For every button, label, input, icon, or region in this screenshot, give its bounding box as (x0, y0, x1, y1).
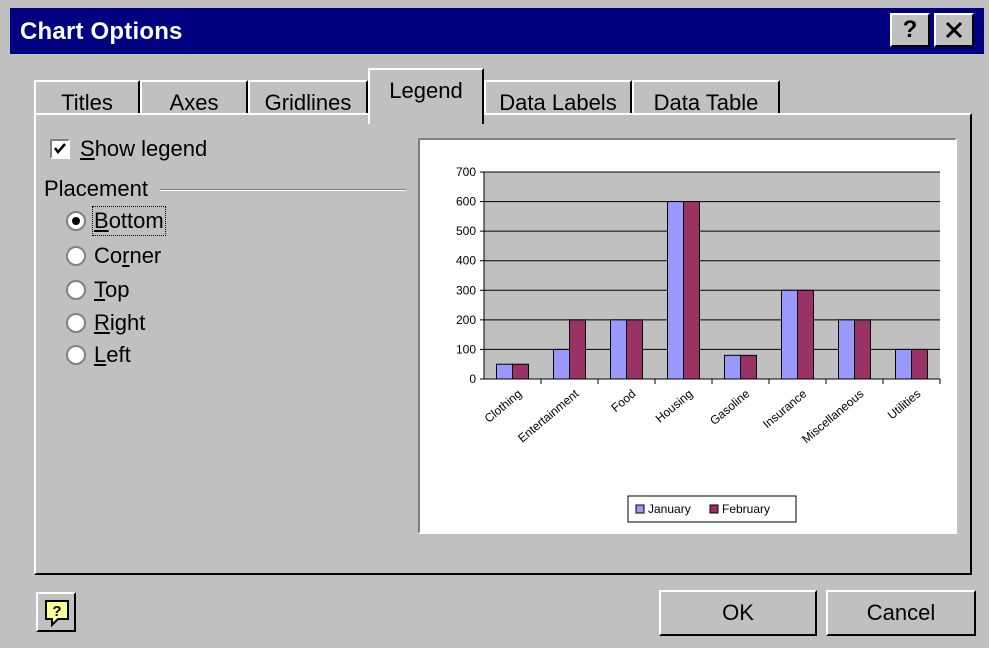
cancel-button[interactable]: Cancel (826, 590, 976, 636)
close-icon (945, 21, 963, 39)
radio-button[interactable] (66, 313, 86, 333)
radio-button[interactable] (66, 280, 86, 300)
checkbox-box[interactable] (50, 139, 70, 159)
bar-february-entertainment (569, 319, 586, 380)
y-tick-label: 500 (456, 224, 476, 238)
y-tick-label: 200 (456, 313, 476, 327)
accesskey-char: L (94, 342, 107, 367)
chart-svg: 0 100 200 300 400 500 600 700 ClothingEntertainm… (456, 165, 941, 523)
bar-february-housing (683, 201, 700, 380)
show-legend-label: Show legend (80, 136, 207, 162)
close-button[interactable] (934, 13, 974, 47)
y-tick-label: 400 (456, 254, 476, 268)
radio-bottom[interactable]: Bottom (66, 206, 166, 236)
y-tick-label: 0 (469, 372, 476, 386)
accesskey-char: S (80, 136, 95, 161)
title-bar: Chart Options ? (10, 8, 984, 54)
x-category-label: Miscellaneous (799, 387, 866, 447)
label-pre: Co (94, 243, 123, 268)
bar-january-clothing (496, 363, 513, 380)
bar-january-gasoline (724, 354, 741, 380)
radio-top[interactable]: Top (66, 277, 129, 303)
chart-options-dialog: Chart Options ? Titles Axes Gridlines Le… (0, 0, 989, 648)
x-category-label: Insurance (760, 386, 810, 431)
radio-label: Top (94, 277, 129, 303)
tab-label: Legend (389, 78, 463, 103)
radio-label: Right (94, 310, 145, 336)
placement-group-divider (160, 189, 406, 191)
label-rest: how legend (94, 136, 208, 161)
y-tick-label: 300 (456, 283, 476, 297)
title-help-button[interactable]: ? (890, 13, 930, 47)
x-category-label: Clothing (482, 387, 525, 426)
legend-label-february: February (722, 502, 770, 516)
bar-february-clothing (512, 363, 529, 380)
ok-label: OK (722, 600, 754, 625)
radio-right[interactable]: Right (66, 310, 145, 336)
legend-swatch-january (635, 504, 645, 514)
ok-button[interactable]: OK (659, 590, 817, 636)
radio-button[interactable] (66, 211, 86, 231)
bar-february-insurance (797, 289, 814, 380)
radio-button[interactable] (66, 246, 86, 266)
placement-group-label: Placement (44, 176, 148, 201)
bar-january-utilities (895, 348, 912, 380)
radio-button[interactable] (66, 345, 86, 365)
bar-january-insurance (781, 289, 798, 380)
radio-label: Bottom (92, 206, 166, 236)
accesskey-char: T (94, 277, 105, 302)
bar-january-entertainment (553, 348, 570, 380)
bar-february-utilities (911, 348, 928, 380)
x-category-label: Gasoline (707, 386, 753, 427)
bar-january-housing (667, 201, 684, 380)
y-tick-label: 100 (456, 342, 476, 356)
bar-february-gasoline (740, 354, 757, 380)
bar-february-food (626, 319, 643, 380)
label-post: ner (129, 243, 162, 268)
label-post: op (105, 277, 130, 302)
chart-preview: 0 100 200 300 400 500 600 700 Clothing Entertainm… (418, 138, 957, 534)
label-post: eft (106, 342, 131, 367)
window-title: Chart Options (20, 18, 183, 45)
label-post: ight (109, 310, 146, 335)
accesskey-char: B (94, 208, 109, 233)
radio-corner[interactable]: Corner (66, 243, 161, 269)
x-category-label: Housing (653, 387, 696, 426)
bar-february-miscellaneous (854, 319, 871, 380)
plot-area (484, 172, 940, 379)
x-category-label: Utilities (885, 387, 924, 423)
radio-left[interactable]: Left (66, 342, 131, 368)
radio-label: Corner (94, 243, 161, 269)
legend-label-january: January (648, 502, 691, 516)
radio-selected-dot (72, 217, 80, 225)
help-button[interactable]: ? (36, 592, 76, 632)
cancel-label: Cancel (866, 600, 936, 625)
svg-text:?: ? (52, 603, 61, 620)
question-mark-icon: ? (902, 16, 918, 43)
x-category-label: Entertainment (515, 386, 582, 445)
bar-january-miscellaneous (838, 319, 855, 380)
accesskey-char: R (94, 310, 110, 335)
tab-legend[interactable]: Legend (368, 68, 484, 124)
y-tick-label: 600 (456, 195, 476, 209)
x-category-label: Food (608, 387, 638, 415)
show-legend-checkbox[interactable]: Show legend (50, 136, 207, 162)
label-post: ottom (108, 208, 164, 233)
y-tick-label: 700 (456, 165, 476, 179)
bar-january-food (610, 319, 627, 380)
checkmark-icon (54, 143, 66, 154)
help-balloon-icon: ? (45, 600, 69, 627)
legend-swatch-february (709, 504, 719, 514)
radio-label: Left (94, 342, 131, 368)
